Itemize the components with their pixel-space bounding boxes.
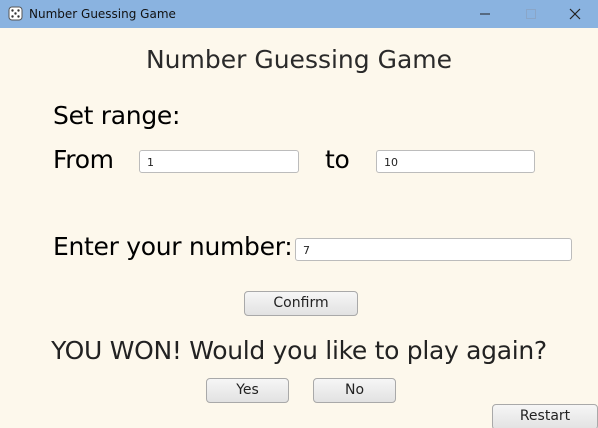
title-bar: Number Guessing Game	[0, 0, 598, 28]
range-to-input[interactable]: 10	[376, 150, 535, 173]
close-button[interactable]	[552, 0, 598, 28]
minimize-icon	[480, 13, 490, 15]
to-label: to	[325, 145, 350, 174]
yes-button[interactable]: Yes	[206, 378, 289, 403]
window-title: Number Guessing Game	[29, 7, 176, 21]
maximize-button[interactable]	[508, 0, 554, 28]
maximize-icon	[526, 9, 536, 19]
restart-button[interactable]: Restart	[492, 404, 598, 428]
no-button[interactable]: No	[313, 378, 396, 403]
set-range-label: Set range:	[53, 101, 181, 130]
dice-icon	[8, 6, 23, 21]
confirm-button[interactable]: Confirm	[244, 291, 358, 316]
enter-number-label: Enter your number:	[53, 232, 293, 261]
range-from-input[interactable]: 1	[139, 150, 299, 173]
result-message: YOU WON! Would you like to play again?	[51, 336, 547, 365]
from-label: From	[53, 145, 114, 174]
guess-input[interactable]: 7	[295, 238, 572, 261]
minimize-button[interactable]	[462, 0, 508, 28]
page-title: Number Guessing Game	[145, 45, 453, 74]
close-icon	[569, 8, 581, 20]
